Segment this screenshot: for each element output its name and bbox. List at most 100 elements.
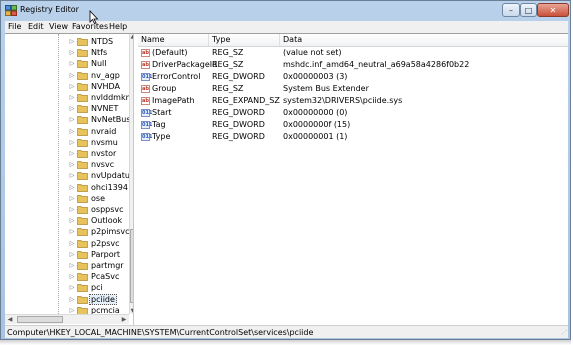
column-header-data[interactable]: Data (280, 34, 568, 46)
folder-icon (77, 116, 88, 125)
expand-arrow-icon[interactable]: ▷ (69, 161, 75, 168)
menu-view[interactable]: View (47, 21, 70, 33)
registry-editor-window: Registry Editor – □ ✕ File Edit View Fav… (0, 0, 571, 340)
tree-item-nvlddmkm[interactable]: ▷ nvlddmkm (5, 92, 133, 103)
expand-arrow-icon[interactable]: ▷ (69, 128, 75, 135)
title-bar[interactable]: Registry Editor – □ ✕ (1, 1, 570, 21)
tree-item-label: Ntfs (91, 48, 108, 58)
tree-item-label: pci (91, 283, 103, 293)
menu-edit[interactable]: Edit (26, 21, 46, 33)
tree-vertical-scroll-thumb[interactable] (130, 229, 133, 303)
expand-arrow-icon[interactable]: ▷ (69, 38, 75, 45)
expand-arrow-icon[interactable]: ▷ (69, 273, 75, 280)
expand-arrow-icon[interactable]: ▷ (69, 262, 75, 269)
registry-key-tree: ▷ NTDS ▷ Ntfs ▷ Null ▷ nv_agp ▷ NVHDA ▷ nvlddmkm ▷ NV… (5, 34, 134, 326)
expand-arrow-icon[interactable]: ▷ (69, 184, 75, 191)
string-value-icon: ab (141, 97, 150, 105)
tree-item-ose[interactable]: ▷ ose (5, 193, 129, 204)
column-header-name[interactable]: Name (138, 34, 209, 46)
tree-item-nvstor[interactable]: ▷ nvstor (5, 148, 129, 159)
tree-item-pcasvc[interactable]: ▷ PcaSvc (5, 271, 129, 282)
tree-item-label: NvNetBus (91, 115, 131, 125)
expand-arrow-icon[interactable]: ▷ (69, 172, 75, 179)
tree-item-partmgr[interactable]: ▷ partmgr (5, 260, 129, 271)
value-data: 0x0000000f (15) (283, 120, 351, 129)
scroll-up-arrow-icon[interactable]: ▲ (130, 34, 133, 40)
column-header-type[interactable]: Type (209, 34, 280, 46)
value-row[interactable]: 011 Type REG_DWORD 0x00000001 (1) (138, 131, 568, 143)
tree-item-nvsmu[interactable]: ▷ nvsmu (5, 137, 129, 148)
expand-arrow-icon[interactable]: ▷ (69, 139, 75, 146)
tree-item-p2psvc[interactable]: ▷ p2psvc (5, 238, 129, 249)
tree-item-parport[interactable]: ▷ Parport (5, 249, 129, 260)
tree-item-nvraid[interactable]: ▷ nvraid (5, 126, 129, 137)
expand-arrow-icon[interactable]: ▷ (69, 195, 75, 202)
tree-item-p2pimsvc[interactable]: ▷ p2pimsvc (5, 226, 130, 237)
expand-arrow-icon[interactable]: ▷ (69, 94, 75, 101)
folder-icon (77, 105, 88, 114)
value-data: system32\DRIVERS\pciide.sys (283, 96, 403, 105)
folder-icon (77, 273, 88, 282)
expand-arrow-icon[interactable]: ▷ (69, 72, 75, 79)
tree-item-ntds[interactable]: ▷ NTDS (5, 36, 129, 47)
tree-item-label: nv_agp (91, 70, 120, 80)
tree-item-osppsvc[interactable]: ▷ osppsvc (5, 204, 129, 215)
tree-item-nvnet[interactable]: ▷ NVNET (5, 103, 129, 114)
tree-item-nvupdatus[interactable]: ▷ nvUpdatus (5, 170, 133, 181)
tree-item-pciide[interactable]: ▷ pciide (5, 293, 129, 305)
scroll-right-arrow-icon[interactable]: ▶ (119, 315, 129, 324)
tree-item-nvnetbus[interactable]: ▷ NvNetBus (5, 114, 131, 125)
tree-item-nvsvc[interactable]: ▷ nvsvc (5, 159, 129, 170)
expand-arrow-icon[interactable]: ▷ (69, 206, 75, 213)
tree-item-ntfs[interactable]: ▷ Ntfs (5, 47, 129, 58)
expand-arrow-icon[interactable]: ▷ (69, 83, 75, 90)
minimize-icon: – (509, 5, 513, 15)
dword-value-icon: 011 (141, 73, 153, 81)
expand-arrow-icon[interactable]: ▷ (69, 150, 75, 157)
expand-arrow-icon[interactable]: ▷ (69, 60, 75, 67)
expand-arrow-icon[interactable]: ▷ (69, 217, 75, 224)
value-row[interactable]: ab (Default) REG_SZ (value not set) (138, 47, 568, 59)
value-row[interactable]: ab ImagePath REG_EXPAND_SZ system32\DRIVERS… (138, 95, 568, 107)
folder-icon (77, 262, 88, 270)
expand-arrow-icon[interactable]: ▷ (69, 116, 75, 123)
expand-arrow-icon[interactable]: ▷ (69, 307, 75, 314)
tree-item-pci[interactable]: ▷ pci (5, 282, 129, 293)
value-name: DriverPackageId (152, 60, 218, 69)
minimize-button[interactable]: – (502, 3, 520, 17)
tree-item-label: NTDS (91, 37, 114, 46)
value-row[interactable]: ab DriverPackageId REG_SZ mshdc.inf_amd64_n… (138, 59, 568, 71)
value-row[interactable]: 011 ErrorControl REG_DWORD 0x00000003 (3) (138, 71, 568, 83)
tree-item-outlook[interactable]: ▷ Outlook (5, 215, 129, 226)
tree-item-nv_agp[interactable]: ▷ nv_agp (5, 70, 129, 81)
values-header: Name Type Data (138, 34, 568, 47)
menu-help[interactable]: Help (107, 21, 129, 33)
expand-arrow-icon[interactable]: ▷ (69, 49, 75, 56)
tree-horizontal-scroll-thumb[interactable] (17, 316, 63, 323)
folder-icon (77, 284, 88, 293)
tree-item-nvhda[interactable]: ▷ NVHDA (5, 81, 129, 92)
expand-arrow-icon[interactable]: ▷ (69, 296, 75, 303)
value-row[interactable]: 011 Tag REG_DWORD 0x0000000f (15) (138, 119, 568, 131)
scroll-left-arrow-icon[interactable]: ◀ (5, 315, 15, 324)
value-row[interactable]: ab Group REG_SZ System Bus Extender (138, 83, 568, 95)
close-button[interactable]: ✕ (537, 3, 569, 17)
menu-file[interactable]: File (6, 21, 23, 33)
scroll-down-arrow-icon[interactable]: ▼ (130, 308, 133, 314)
expand-arrow-icon[interactable]: ▷ (69, 240, 75, 247)
expand-arrow-icon[interactable]: ▷ (69, 105, 75, 112)
value-name: ErrorControl (152, 72, 201, 81)
tree-vertical-scrollbar[interactable]: ▲ ▼ (129, 34, 133, 314)
tree-item-ohci1394[interactable]: ▷ ohci1394 (5, 182, 129, 193)
value-name: (Default) (152, 48, 188, 57)
resize-grip-icon[interactable]: ⋰ (559, 329, 567, 337)
folder-icon (77, 138, 88, 147)
expand-arrow-icon[interactable]: ▷ (69, 228, 75, 235)
value-row[interactable]: 011 Start REG_DWORD 0x00000000 (0) (138, 107, 568, 119)
maximize-button[interactable]: □ (520, 3, 537, 17)
tree-item-null[interactable]: ▷ Null (5, 58, 129, 69)
expand-arrow-icon[interactable]: ▷ (69, 284, 75, 291)
tree-horizontal-scrollbar[interactable]: ◀ ▶ (5, 314, 129, 324)
expand-arrow-icon[interactable]: ▷ (69, 251, 75, 258)
tree-item-label: NVNET (91, 104, 119, 114)
